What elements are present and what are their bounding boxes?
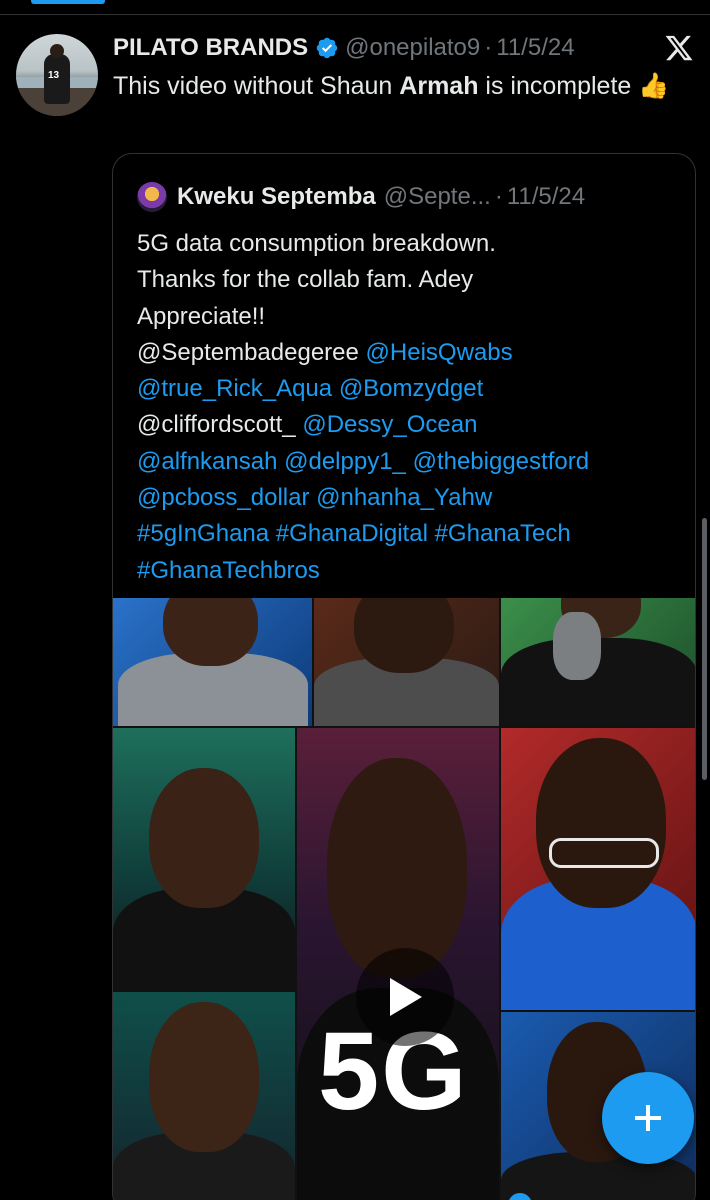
- hashtag[interactable]: #5gInGhana: [137, 520, 269, 547]
- author-handle[interactable]: @onepilato9: [345, 34, 480, 62]
- compose-button[interactable]: [602, 1072, 694, 1164]
- scrollbar[interactable]: [702, 518, 707, 780]
- x-logo-icon[interactable]: [664, 33, 694, 63]
- plus-icon: [635, 1105, 661, 1131]
- thumbnail-tile: [501, 598, 695, 726]
- mention[interactable]: @HeisQwabs: [366, 339, 513, 366]
- mention[interactable]: @Bomzydget: [339, 375, 483, 402]
- tweet-header: PILATO BRANDS @onepilato9 · 11/5/24: [113, 30, 575, 66]
- play-icon: [390, 978, 422, 1016]
- thumbnail-tile: [113, 728, 295, 990]
- quote-date[interactable]: 11/5/24: [507, 183, 585, 211]
- mention[interactable]: @true_Rick_Aqua: [137, 375, 332, 402]
- separator: ·: [484, 34, 493, 61]
- hashtag[interactable]: #GhanaTechbros: [137, 557, 320, 584]
- thumbnail-tile: [501, 728, 695, 1010]
- tweet-text: This video without Shaun Armah is incomp…: [113, 72, 670, 100]
- quote-avatar[interactable]: [137, 182, 167, 212]
- play-button[interactable]: [356, 948, 454, 1046]
- quote-author-name[interactable]: Kweku Septemba: [177, 183, 376, 211]
- mention[interactable]: @cliffordscott_: [137, 411, 296, 438]
- mention[interactable]: @alfnkansah: [137, 448, 277, 475]
- separator: ·: [494, 183, 503, 210]
- bold-name: Armah: [399, 72, 479, 100]
- tab-indicator: [31, 0, 105, 4]
- mention[interactable]: @nhanha_Yahw: [316, 484, 492, 511]
- author-name[interactable]: PILATO BRANDS: [113, 34, 308, 62]
- quoted-tweet[interactable]: Kweku Septemba @Septe... · 11/5/24 5G da…: [112, 153, 696, 1200]
- avatar[interactable]: 13: [16, 34, 98, 116]
- hashtag[interactable]: #GhanaTech: [435, 520, 571, 547]
- tweet-date[interactable]: 11/5/24: [496, 34, 574, 62]
- thumbnail-tile: [113, 598, 312, 726]
- mention[interactable]: @delppy1_: [284, 448, 406, 475]
- hashtag[interactable]: #GhanaDigital: [276, 520, 428, 547]
- mention[interactable]: @pcboss_dollar: [137, 484, 309, 511]
- quote-header: Kweku Septemba @Septe... · 11/5/24: [137, 180, 585, 214]
- thumbnail-tile: [113, 992, 295, 1200]
- quote-author-handle[interactable]: @Septe...: [384, 183, 491, 211]
- quote-text: 5G data consumption breakdown. Thanks fo…: [137, 230, 590, 584]
- mention[interactable]: @Septembadegeree: [137, 339, 359, 366]
- thumbnail-tile: [314, 598, 499, 726]
- mention[interactable]: @thebiggestford: [413, 448, 589, 475]
- mention[interactable]: @Dessy_Ocean: [302, 411, 477, 438]
- verified-badge-icon: [316, 37, 338, 59]
- divider: [0, 14, 710, 15]
